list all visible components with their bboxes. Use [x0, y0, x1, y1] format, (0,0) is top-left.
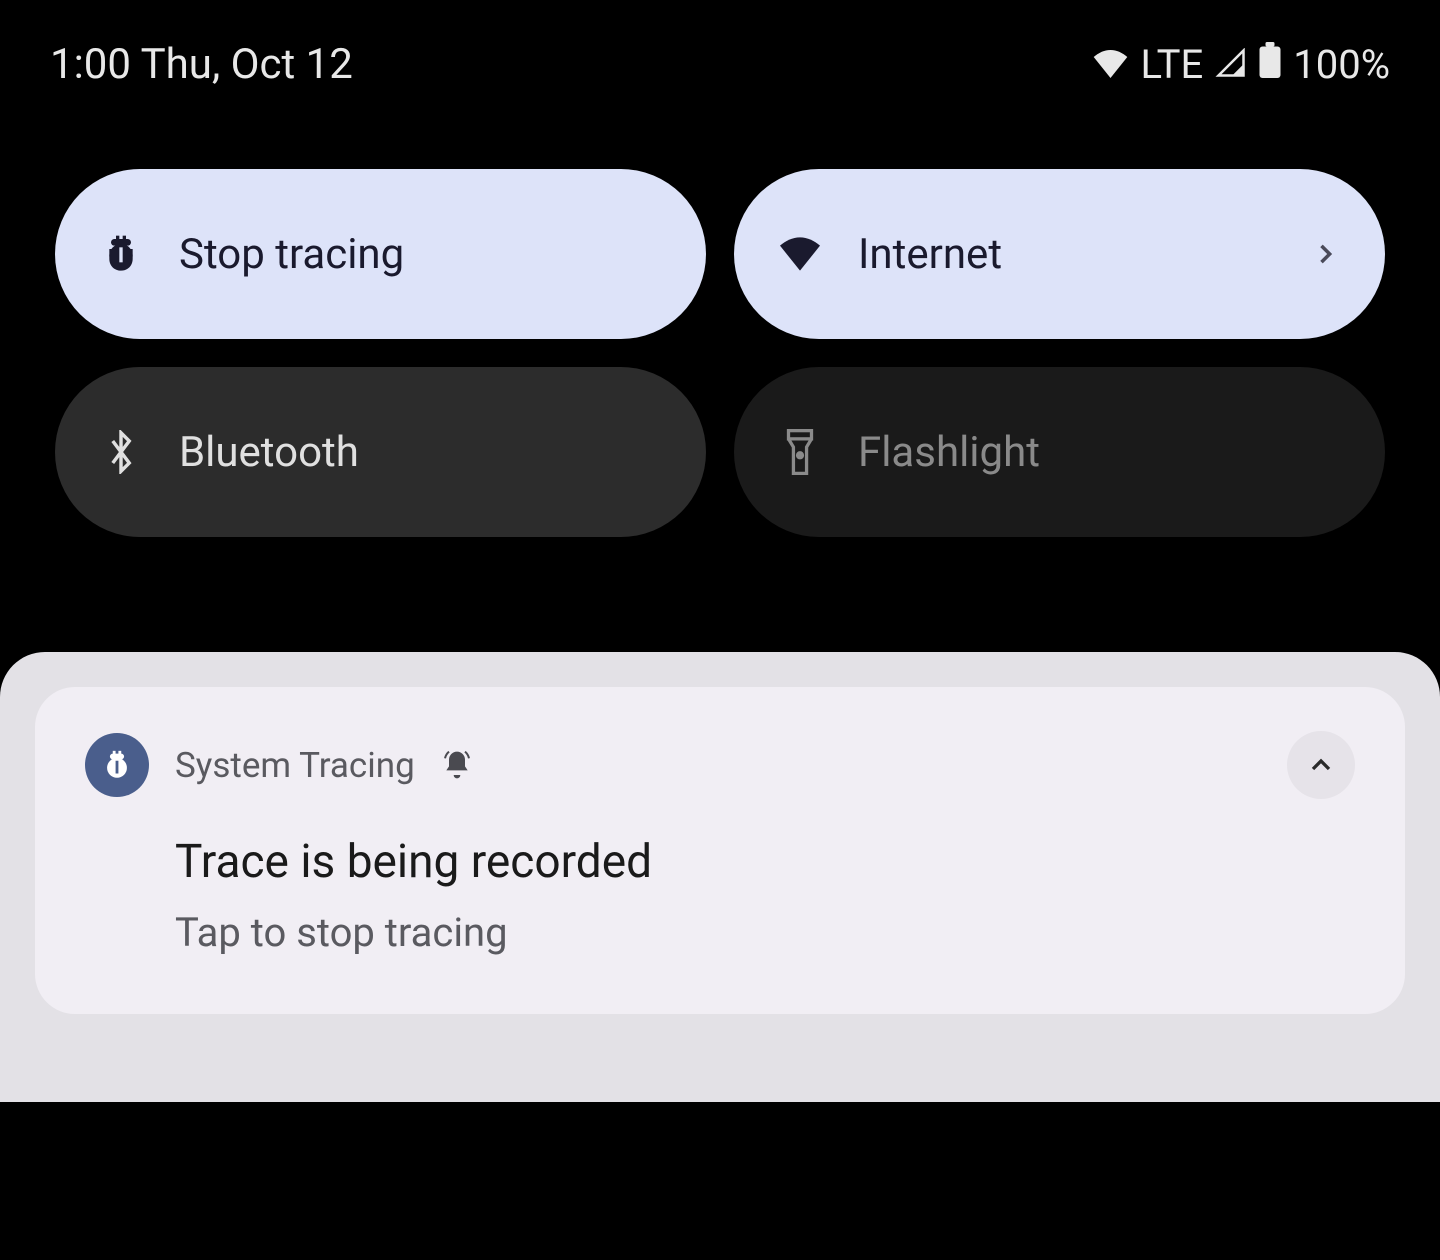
notification-title: Trace is being recorded — [175, 835, 1355, 889]
notification-shade: System Tracing Trace is being recorded T… — [0, 652, 1440, 1102]
battery-icon — [1259, 41, 1281, 88]
flashlight-icon — [780, 432, 820, 472]
battery-percent: 100% — [1293, 41, 1390, 88]
tile-bluetooth[interactable]: Bluetooth — [55, 367, 706, 537]
tile-label: Internet — [858, 230, 1273, 279]
tile-stop-tracing[interactable]: Stop tracing — [55, 169, 706, 339]
network-type: LTE — [1140, 41, 1203, 88]
status-date: Thu, Oct 12 — [141, 40, 353, 89]
notification-app-name: System Tracing — [175, 745, 415, 786]
bug-icon — [101, 234, 141, 274]
chevron-up-icon — [1305, 749, 1337, 781]
notification-system-tracing[interactable]: System Tracing Trace is being recorded T… — [35, 687, 1405, 1014]
app-icon-bug — [85, 733, 149, 797]
notification-subtitle: Tap to stop tracing — [175, 909, 1355, 956]
tile-flashlight[interactable]: Flashlight — [734, 367, 1385, 537]
wifi-icon — [780, 234, 820, 274]
notification-body: Trace is being recorded Tap to stop trac… — [85, 835, 1355, 956]
collapse-button[interactable] — [1287, 731, 1355, 799]
status-time-date: 1:00 Thu, Oct 12 — [50, 40, 353, 89]
quick-settings-tiles: Stop tracing Internet Bluetooth Flashlig… — [0, 109, 1440, 537]
status-bar: 1:00 Thu, Oct 12 LTE 100% — [0, 0, 1440, 109]
tile-label: Flashlight — [858, 428, 1339, 477]
chevron-right-icon — [1311, 230, 1339, 279]
bell-ringing-icon — [441, 749, 473, 781]
bluetooth-icon — [101, 432, 141, 472]
status-icons: LTE 100% — [1093, 41, 1390, 88]
tile-label: Stop tracing — [179, 230, 660, 279]
wifi-icon — [1093, 41, 1128, 88]
notification-header: System Tracing — [85, 731, 1355, 799]
tile-internet[interactable]: Internet — [734, 169, 1385, 339]
status-time: 1:00 — [50, 40, 131, 89]
tile-label: Bluetooth — [179, 428, 660, 477]
signal-icon — [1215, 41, 1247, 88]
